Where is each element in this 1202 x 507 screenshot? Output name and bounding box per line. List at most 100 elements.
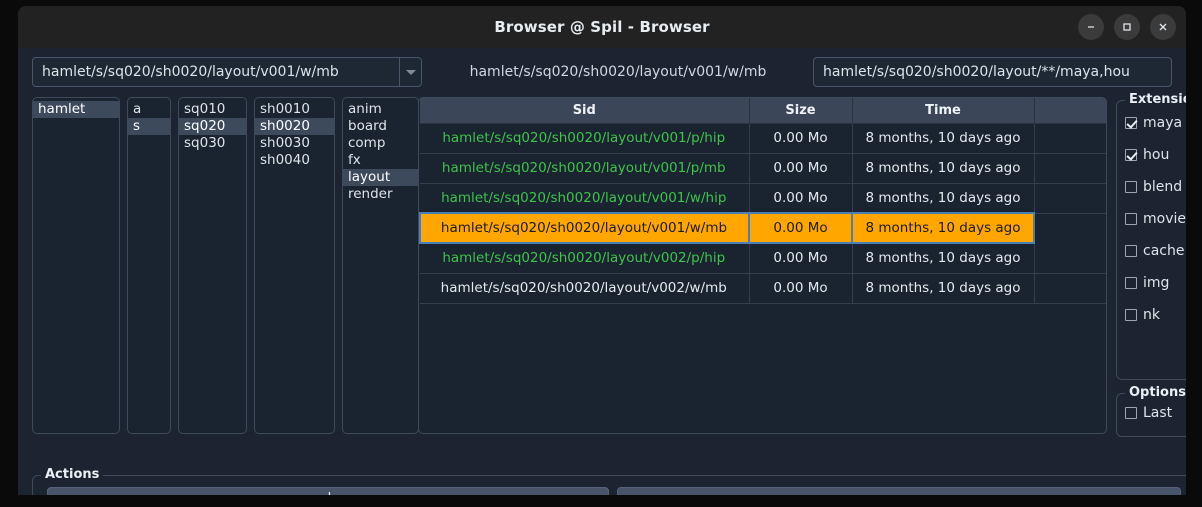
toolbar-row: hamlet/s/sq020/sh0020/layout/v001/w/mb h… [18, 57, 1186, 89]
table-row[interactable]: hamlet/s/sq020/sh0020/layout/v002/w/mb 0.… [420, 273, 1106, 304]
column-header-size[interactable]: Size [749, 98, 853, 124]
table-row[interactable]: hamlet/s/sq020/sh0020/layout/v002/p/hip 0… [420, 243, 1106, 274]
extension-checkbox-img[interactable]: img [1117, 267, 1186, 299]
checkbox-icon[interactable] [1125, 407, 1137, 419]
list-item[interactable]: hamlet [33, 101, 119, 118]
cell-time[interactable]: 8 months, 10 days ago [852, 123, 1035, 154]
checkbox-icon[interactable] [1125, 309, 1137, 321]
list-item[interactable]: sh0040 [255, 152, 334, 169]
cell-sid[interactable]: hamlet/s/sq020/sh0020/layout/v002/p/hip [420, 243, 750, 274]
cell-size[interactable]: 0.00 Mo [749, 212, 853, 244]
checkbox-icon[interactable] [1125, 117, 1137, 129]
list-item[interactable]: layout [343, 169, 418, 186]
list-item[interactable]: anim [343, 101, 418, 118]
listbox-type[interactable]: as [127, 97, 171, 434]
cell-time[interactable]: 8 months, 10 days ago [852, 273, 1035, 304]
sid-combobox[interactable]: hamlet/s/sq020/sh0020/layout/v001/w/mb [32, 57, 422, 87]
extension-checkbox-movie[interactable]: movie [1117, 203, 1186, 235]
column-header-filler [1034, 98, 1106, 124]
app-root: Browser @ Spil - Browser hamlet/s/sq020/… [0, 0, 1202, 507]
table-row[interactable]: hamlet/s/sq020/sh0020/layout/v001/w/hip 0… [420, 183, 1106, 214]
extension-checkbox-maya[interactable]: maya [1117, 107, 1186, 139]
cell-sid[interactable]: hamlet/s/sq020/sh0020/layout/v001/p/mb [420, 153, 750, 184]
actions-group-title: Actions [41, 467, 104, 482]
extension-checkbox-nk[interactable]: nk [1117, 299, 1186, 331]
listbox-task[interactable]: anim board comp fx layout render [342, 97, 419, 434]
cell-sid[interactable]: hamlet/s/sq020/sh0020/layout/v001/p/hip [420, 123, 750, 154]
results-table[interactable]: Sid Size Time hamlet/s/sq020/sh0020/layo… [418, 97, 1107, 434]
list-item[interactable]: s [128, 118, 170, 135]
cell-filler [1034, 123, 1106, 154]
cell-size[interactable]: 0.00 Mo [749, 183, 853, 214]
list-item[interactable]: sq030 [179, 135, 246, 152]
table-header-row: Sid Size Time [420, 98, 1106, 124]
listbox-shot[interactable]: sh0010 sh0020 sh0030 sh0040 [254, 97, 335, 434]
actions-buttons: explore open [33, 476, 1186, 495]
cell-time[interactable]: 8 months, 10 days ago [852, 212, 1035, 244]
cell-time[interactable]: 8 months, 10 days ago [852, 243, 1035, 274]
cell-sid[interactable]: hamlet/s/sq020/sh0020/layout/v001/w/hip [420, 183, 750, 214]
open-button[interactable]: open [617, 487, 1181, 495]
checkbox-label: blend [1143, 179, 1183, 195]
search-input[interactable]: hamlet/s/sq020/sh0020/layout/**/maya,hou [813, 57, 1172, 87]
checkbox-label: nk [1143, 307, 1160, 323]
checkbox-icon[interactable] [1125, 213, 1137, 225]
cell-time[interactable]: 8 months, 10 days ago [852, 153, 1035, 184]
list-item[interactable]: sq010 [179, 101, 246, 118]
list-item[interactable]: a [128, 101, 170, 118]
list-item[interactable]: board [343, 118, 418, 135]
current-path-label: hamlet/s/sq020/sh0020/layout/v001/w/mb [469, 64, 767, 80]
extension-checkbox-cache[interactable]: cache [1117, 235, 1186, 267]
explore-button[interactable]: explore [47, 487, 610, 495]
cell-filler [1034, 273, 1106, 304]
checkbox-icon[interactable] [1125, 149, 1137, 161]
chevron-down-icon[interactable] [399, 58, 421, 86]
cell-time[interactable]: 8 months, 10 days ago [852, 183, 1035, 214]
options-group-title: Options [1125, 385, 1186, 400]
title-bar: Browser @ Spil - Browser [18, 6, 1186, 48]
search-input-value: hamlet/s/sq020/sh0020/layout/**/maya,hou [823, 64, 1130, 80]
checkbox-label: movie [1143, 211, 1186, 227]
checkbox-icon[interactable] [1125, 181, 1137, 193]
listbox-sequence[interactable]: sq010 sq020 sq030 [178, 97, 247, 434]
checkbox-icon[interactable] [1125, 245, 1137, 257]
minimize-button[interactable] [1078, 14, 1104, 40]
list-item[interactable]: fx [343, 152, 418, 169]
list-item[interactable]: comp [343, 135, 418, 152]
list-item[interactable]: sh0010 [255, 101, 334, 118]
cell-filler [1034, 183, 1106, 214]
table-row[interactable]: hamlet/s/sq020/sh0020/layout/v001/w/mb 0.… [419, 212, 1106, 244]
browser-window: Browser @ Spil - Browser hamlet/s/sq020/… [18, 6, 1186, 495]
maximize-button[interactable] [1114, 14, 1140, 40]
close-button[interactable] [1150, 14, 1176, 40]
cell-size[interactable]: 0.00 Mo [749, 243, 853, 274]
column-browser: hamlet as sq010 sq020 sq030 sh0010 sh0020 sh… [32, 97, 419, 434]
checkbox-icon[interactable] [1125, 277, 1137, 289]
checkbox-label: hou [1143, 147, 1170, 163]
column-header-time[interactable]: Time [852, 98, 1035, 124]
cell-sid[interactable]: hamlet/s/sq020/sh0020/layout/v001/w/mb [419, 212, 750, 244]
minimize-icon [1088, 26, 1094, 28]
cell-filler [1034, 213, 1106, 243]
cell-filler [1034, 243, 1106, 274]
cell-size[interactable]: 0.00 Mo [749, 153, 853, 184]
cell-size[interactable]: 0.00 Mo [749, 123, 853, 154]
list-item[interactable]: sq020 [179, 118, 246, 135]
cell-sid[interactable]: hamlet/s/sq020/sh0020/layout/v002/w/mb [420, 273, 750, 304]
cell-size[interactable]: 0.00 Mo [749, 273, 853, 304]
listbox-project[interactable]: hamlet [32, 97, 120, 434]
window-controls [1078, 14, 1176, 40]
checkbox-label: Last [1143, 405, 1173, 421]
table-row[interactable]: hamlet/s/sq020/sh0020/layout/v001/p/hip 0… [420, 123, 1106, 154]
column-header-sid[interactable]: Sid [420, 98, 750, 124]
extension-checkbox-hou[interactable]: hou [1117, 139, 1186, 171]
list-item[interactable]: render [343, 186, 418, 203]
list-item[interactable]: sh0020 [255, 118, 334, 135]
checkbox-label: cache [1143, 243, 1185, 259]
table-row[interactable]: hamlet/s/sq020/sh0020/layout/v001/p/mb 0.… [420, 153, 1106, 184]
extensions-group: Extensions maya hou blend movie cache img nk [1116, 92, 1186, 380]
extension-checkbox-blend[interactable]: blend [1117, 171, 1186, 203]
checkbox-label: maya [1143, 115, 1183, 131]
list-item[interactable]: sh0030 [255, 135, 334, 152]
sid-combobox-value: hamlet/s/sq020/sh0020/layout/v001/w/mb [42, 64, 339, 80]
